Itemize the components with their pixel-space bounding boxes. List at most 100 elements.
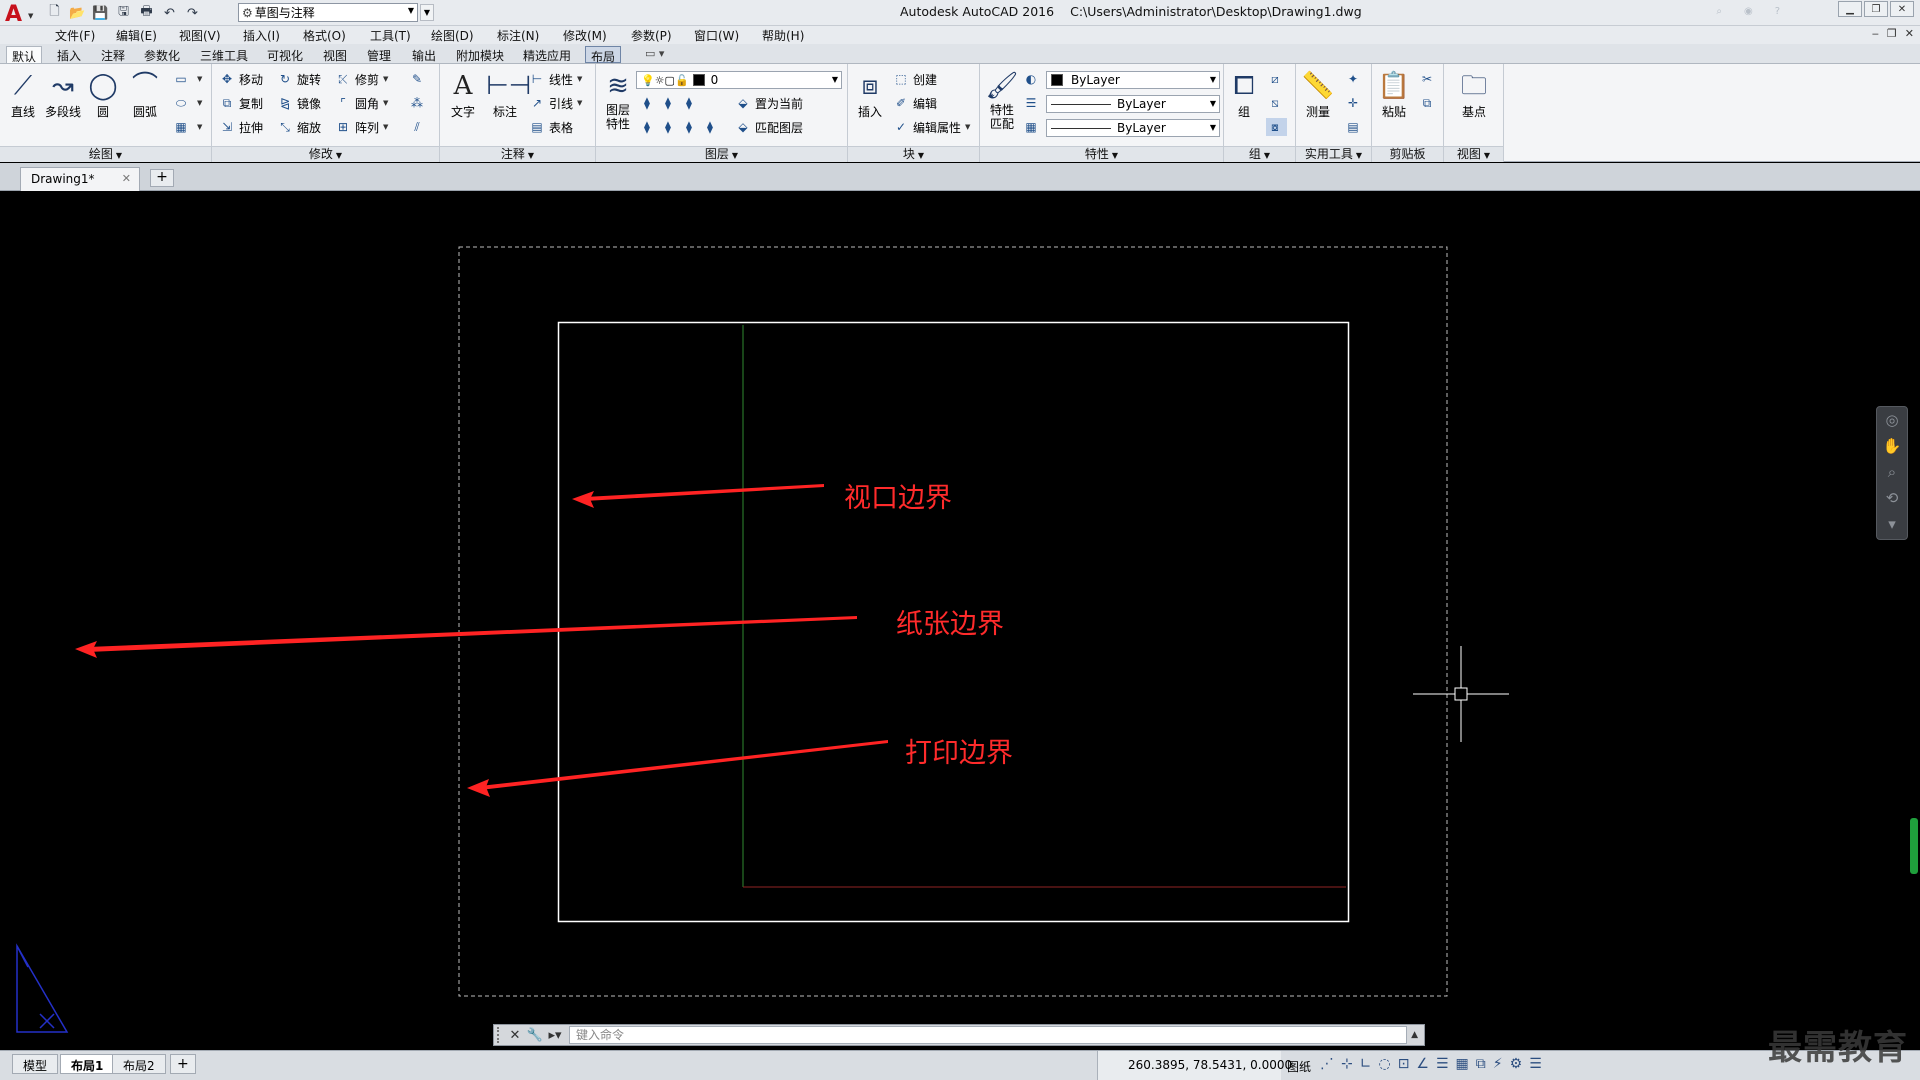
vertical-scrollbar[interactable] — [1910, 818, 1918, 874]
edit-block-button[interactable]: ✐ 编辑 — [892, 94, 937, 112]
stretch-button[interactable]: ⇲ 拉伸 — [218, 118, 263, 136]
snap-icon[interactable]: ⊹ — [1341, 1056, 1353, 1072]
redo-icon[interactable]: ↷ — [184, 5, 201, 22]
tab-model[interactable]: 模型 — [12, 1054, 59, 1074]
pan-icon[interactable]: ✋ — [1877, 433, 1907, 459]
panel-block-label[interactable]: 块 ▼ — [848, 146, 979, 162]
group-edit-button[interactable]: ⧅ — [1266, 94, 1287, 112]
paste-button[interactable]: 📋 粘贴 — [1374, 70, 1414, 120]
text-button[interactable]: A 文字 — [444, 70, 482, 120]
command-line-grip[interactable] — [497, 1027, 505, 1043]
doc-close-button[interactable]: ✕ — [1905, 27, 1914, 40]
print-icon[interactable]: 🖶 — [138, 4, 155, 22]
panel-view-label[interactable]: 视图 ▼ — [1444, 146, 1503, 162]
scale-button[interactable]: ⤡ 缩放 — [276, 118, 321, 136]
insert-block-button[interactable]: ⧈ 插入 — [850, 70, 890, 120]
panel-groups-label[interactable]: 组 ▼ — [1224, 146, 1295, 162]
save-icon[interactable]: 💾 — [92, 5, 109, 22]
layer-dropdown[interactable]: 💡☼▢🔓 0 ▼ — [636, 71, 842, 89]
base-view-button[interactable]: 🗀 基点 — [1454, 70, 1494, 120]
tab-layout[interactable]: 布局 — [585, 46, 622, 64]
menu-dimension[interactable]: 标注(N) — [497, 27, 539, 44]
match-layer-button[interactable]: ⬙ 匹配图层 — [734, 118, 803, 136]
tab-default[interactable]: 默认 — [6, 46, 43, 64]
cut-button[interactable]: ✂ — [1418, 70, 1439, 88]
undo-icon[interactable]: ↶ — [161, 5, 178, 22]
rectangle-button[interactable]: ▭ ▼ — [172, 70, 202, 88]
tab-3d-tools[interactable]: 三维工具 — [195, 46, 253, 63]
tab-featured-apps[interactable]: 精选应用 — [518, 46, 576, 63]
tab-manage[interactable]: 管理 — [362, 46, 396, 63]
array-button[interactable]: ⊞ 阵列 ▼ — [334, 118, 388, 136]
menu-view[interactable]: 视图(V) — [179, 27, 221, 44]
menu-draw[interactable]: 绘图(D) — [431, 27, 474, 44]
coordinates-readout[interactable]: 260.3895, 78.5431, 0.0000 — [1097, 1051, 1292, 1080]
drawing-canvas[interactable]: 视口边界 纸张边界 打印边界 ◎ ✋ ⌕ ⟲ ▾ ✕ 🔧 ▸▾ 键入命令 ▲ — [0, 192, 1920, 1050]
workspace-selector[interactable]: ⚙ 草图与注释 ▼ — [238, 3, 418, 22]
tab-output[interactable]: 输出 — [407, 46, 441, 63]
menu-help[interactable]: 帮助(H) — [762, 27, 804, 44]
command-input[interactable]: 键入命令 — [569, 1026, 1408, 1044]
linetype-dropdown[interactable]: ByLayer ▼ — [1046, 95, 1220, 113]
ungroup-button[interactable]: ⧄ — [1266, 70, 1287, 88]
line-button[interactable]: ⟋ 直线 — [4, 70, 42, 120]
tab-insert[interactable]: 插入 — [52, 46, 86, 63]
chevron-up-icon[interactable]: ▲ — [1411, 1030, 1418, 1040]
orbit-icon[interactable]: ⟲ — [1877, 485, 1907, 511]
table-button[interactable]: ▤ 表格 — [528, 118, 573, 136]
quick-select-button[interactable]: ✦ — [1344, 70, 1365, 88]
doc-minimize-button[interactable]: ‒ — [1872, 27, 1879, 40]
leader-button[interactable]: ↗ 引线 ▼ — [528, 94, 582, 112]
polar-icon[interactable]: ◌ — [1378, 1056, 1390, 1072]
panel-utilities-label[interactable]: 实用工具 ▼ — [1296, 146, 1371, 162]
search-icon[interactable]: ⌕ — [1716, 6, 1722, 17]
calculator-button[interactable]: ▤ — [1344, 118, 1365, 136]
trim-button[interactable]: ⤪ 修剪 ▼ — [334, 70, 388, 88]
polyline-button[interactable]: ↝ 多段线 — [44, 70, 82, 120]
add-layout-button[interactable]: + — [170, 1054, 196, 1074]
user-icon[interactable]: ◉ — [1744, 6, 1753, 17]
close-button[interactable]: ✕ — [1890, 1, 1914, 17]
paper-space-toggle[interactable]: 图纸 — [1287, 1058, 1311, 1075]
group-button[interactable]: ⧠ 组 — [1226, 70, 1262, 120]
lineweight-toggle-icon[interactable]: ☰ — [1436, 1056, 1449, 1072]
menu-format[interactable]: 格式(O) — [303, 27, 346, 44]
tab-layout2[interactable]: 布局2 — [112, 1054, 166, 1074]
tab-parametric[interactable]: 参数化 — [139, 46, 185, 63]
steering-wheel-icon[interactable]: ◎ — [1877, 407, 1907, 433]
layer-properties-button[interactable]: ≋ 图层 特性 — [598, 70, 638, 131]
menu-file[interactable]: 文件(F) — [55, 27, 95, 44]
tab-annotate[interactable]: 注释 — [96, 46, 130, 63]
color-dropdown[interactable]: ByLayer ▼ — [1046, 71, 1220, 89]
close-icon[interactable]: ✕ — [505, 1028, 525, 1043]
otrack-icon[interactable]: ∠ — [1416, 1056, 1429, 1072]
rotate-button[interactable]: ↻ 旋转 — [276, 70, 321, 88]
match-properties-button[interactable]: 🖌 特性 匹配 — [982, 70, 1022, 131]
recent-commands-icon[interactable]: ▸▾ — [545, 1028, 565, 1043]
workspace-icon[interactable]: ⚙ — [1510, 1056, 1523, 1072]
tab-view[interactable]: 视图 — [318, 46, 352, 63]
wrench-icon[interactable]: 🔧 — [525, 1028, 545, 1043]
close-icon[interactable]: ✕ — [122, 172, 131, 185]
hatch-button[interactable]: ▦ ▼ — [172, 118, 202, 136]
tab-addins[interactable]: 附加模块 — [451, 46, 509, 63]
copy-button[interactable]: ⧉ 复制 — [218, 94, 263, 112]
menu-window[interactable]: 窗口(W) — [694, 27, 739, 44]
layer-tools-row1[interactable]: ⧫ ⧫ ⧫ — [638, 94, 701, 112]
erase-button[interactable]: ✎ — [408, 70, 429, 88]
copy-clip-button[interactable]: ⧉ — [1418, 94, 1439, 112]
menu-tools[interactable]: 工具(T) — [370, 27, 411, 44]
lineweight-icon[interactable]: ☰ — [1022, 94, 1043, 112]
selection-cycle-icon[interactable]: ⧉ — [1476, 1056, 1486, 1072]
grid-icon[interactable]: ⋰ — [1320, 1056, 1334, 1072]
panel-layers-label[interactable]: 图层 ▼ — [596, 146, 847, 162]
menu-parametric[interactable]: 参数(P) — [631, 27, 672, 44]
customize-icon[interactable]: ☰ — [1529, 1056, 1542, 1072]
group-select-button[interactable]: ⧇ — [1266, 118, 1287, 136]
tab-layout1[interactable]: 布局1 — [60, 1054, 115, 1074]
ribbon-options-icon[interactable]: ▭ ▾ — [645, 47, 664, 60]
file-tab-drawing1[interactable]: Drawing1* ✕ — [20, 167, 140, 191]
tab-visualize[interactable]: 可视化 — [262, 46, 308, 63]
lineweight-dropdown[interactable]: ByLayer ▼ — [1046, 119, 1220, 137]
new-tab-button[interactable]: + — [150, 169, 174, 187]
